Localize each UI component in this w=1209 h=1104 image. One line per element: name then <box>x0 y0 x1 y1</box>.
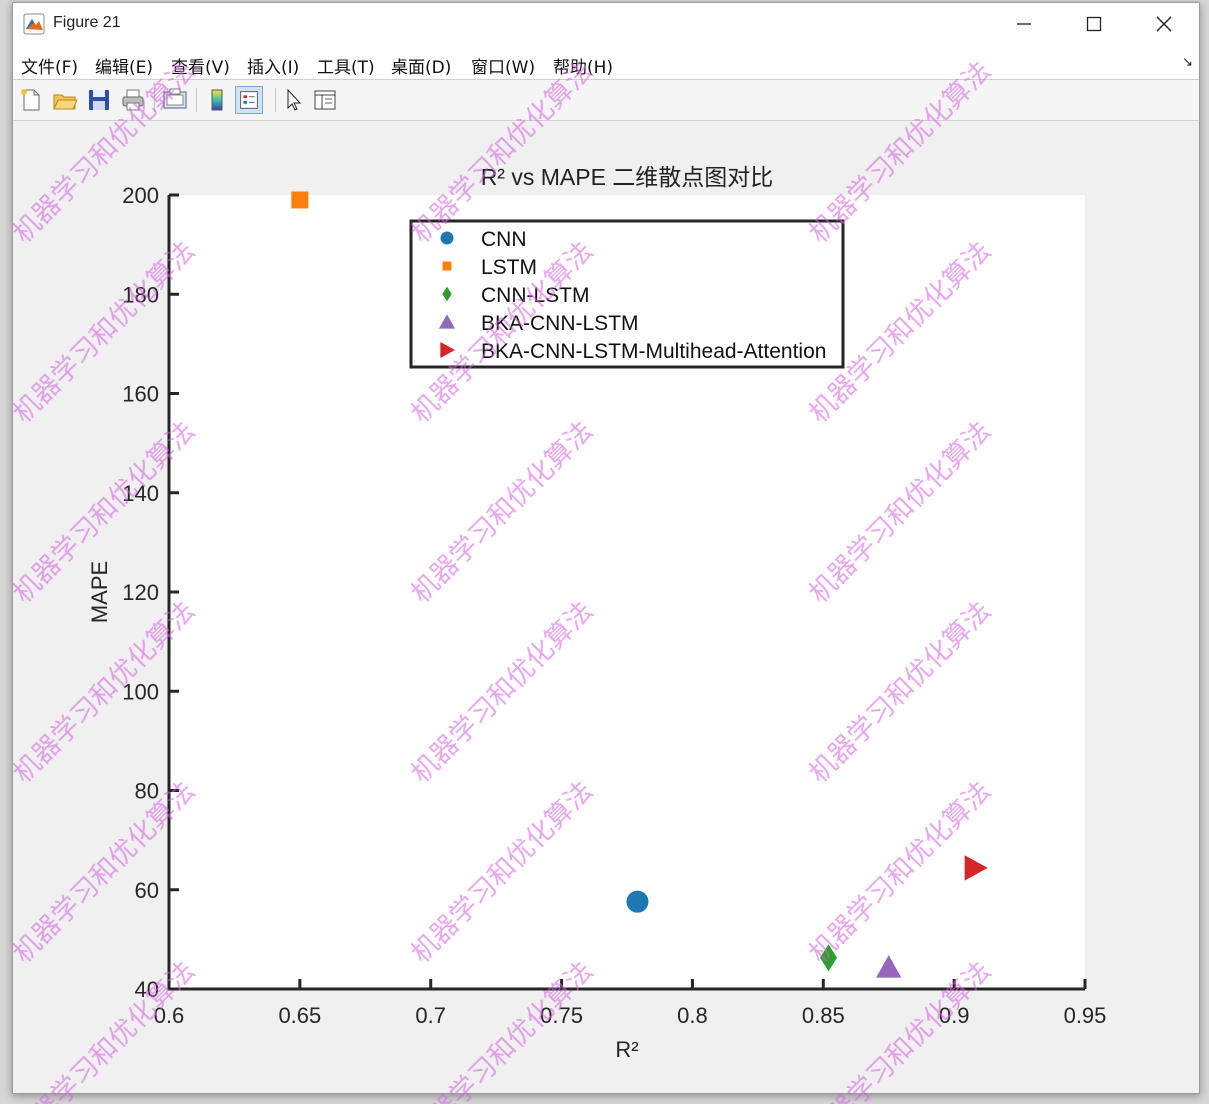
y-tick-label: 200 <box>122 183 159 208</box>
title-bar[interactable]: Figure 21 <box>13 3 1199 45</box>
print-icon[interactable] <box>119 86 147 114</box>
dock-arrow-icon[interactable]: ↘ <box>1182 55 1193 70</box>
toolbar-separator <box>154 88 155 112</box>
print-preview-icon[interactable] <box>161 86 189 114</box>
legend-label-lstm: LSTM <box>481 256 537 279</box>
legend-icon[interactable] <box>235 86 263 114</box>
y-tick-label: 180 <box>122 282 159 307</box>
menu-help[interactable]: 帮助(H) <box>553 53 613 78</box>
x-tick-label: 0.65 <box>278 1003 321 1028</box>
minimize-icon <box>1017 23 1031 25</box>
lstm-point <box>291 191 309 209</box>
legend[interactable]: CNN LSTM CNN-LSTM BKA-CNN-LSTM BKA-CNN-LSTM-… <box>409 219 845 369</box>
minimize-button[interactable] <box>989 3 1059 45</box>
x-axis-label: R² <box>615 1037 638 1062</box>
menu-window[interactable]: 窗口(W) <box>471 53 535 78</box>
y-axis-label: MAPE <box>87 561 112 623</box>
y-tick-label: 80 <box>135 779 159 804</box>
legend-marker-cnn <box>440 231 454 245</box>
y-tick-label: 100 <box>122 679 159 704</box>
legend-label-cnn-lstm: CNN-LSTM <box>481 284 590 307</box>
y-tick-label: 140 <box>122 481 159 506</box>
figure-window: Figure 21 文件(F) 编辑(E) 查看(V) 插入(I) 工具(T) … <box>12 2 1200 1094</box>
menu-desktop[interactable]: 桌面(D) <box>391 53 451 78</box>
open-folder-icon[interactable] <box>51 86 79 114</box>
figure-canvas: R² vs MAPE 二维散点图对比 0.6 0.65 0.7 0.75 0.8 0.85… <box>13 121 1199 1093</box>
cnn-point <box>626 890 649 913</box>
legend-label-bka-cnn-lstm-multihead-attention: BKA-CNN-LSTM-Multihead-Attention <box>481 340 826 363</box>
x-tick-label: 0.95 <box>1064 1003 1107 1028</box>
colorbar-icon[interactable] <box>203 86 231 114</box>
maximize-icon <box>1086 16 1102 32</box>
window-title: Figure 21 <box>53 14 121 31</box>
new-figure-icon[interactable] <box>17 86 45 114</box>
toolbar-separator <box>275 88 276 112</box>
x-tick-label: 0.75 <box>540 1003 583 1028</box>
matlab-icon <box>23 13 45 35</box>
legend-label-bka-cnn-lstm: BKA-CNN-LSTM <box>481 312 639 335</box>
x-tick-label: 0.85 <box>802 1003 845 1028</box>
menu-file[interactable]: 文件(F) <box>21 53 78 78</box>
y-tick-label: 160 <box>122 382 159 407</box>
menu-edit[interactable]: 编辑(E) <box>95 53 153 78</box>
close-button[interactable] <box>1129 3 1199 45</box>
x-tick-label: 0.9 <box>939 1003 970 1028</box>
menu-tools[interactable]: 工具(T) <box>317 53 375 78</box>
property-inspector-icon[interactable] <box>311 86 339 114</box>
x-tick-label: 0.7 <box>415 1003 446 1028</box>
menu-bar: 文件(F) 编辑(E) 查看(V) 插入(I) 工具(T) 桌面(D) 窗口(W… <box>13 45 1199 80</box>
menu-insert[interactable]: 插入(I) <box>247 53 299 78</box>
pointer-icon[interactable] <box>279 86 307 114</box>
y-tick-label: 60 <box>135 878 159 903</box>
x-tick-label: 0.8 <box>677 1003 708 1028</box>
menu-view[interactable]: 查看(V) <box>171 53 230 78</box>
scatter-chart: R² vs MAPE 二维散点图对比 0.6 0.65 0.7 0.75 0.8 0.85… <box>87 164 1107 1062</box>
toolbar-separator <box>196 88 197 112</box>
legend-marker-lstm <box>442 261 452 271</box>
y-tick-label: 120 <box>122 580 159 605</box>
y-tick-label: 40 <box>135 977 159 1002</box>
toolbar <box>13 80 1199 121</box>
x-tick-label: 0.6 <box>154 1003 185 1028</box>
chart-title: R² vs MAPE 二维散点图对比 <box>481 164 774 190</box>
legend-label-cnn: CNN <box>481 228 527 251</box>
close-icon <box>1156 16 1172 32</box>
maximize-button[interactable] <box>1059 3 1129 45</box>
save-icon[interactable] <box>85 86 113 114</box>
